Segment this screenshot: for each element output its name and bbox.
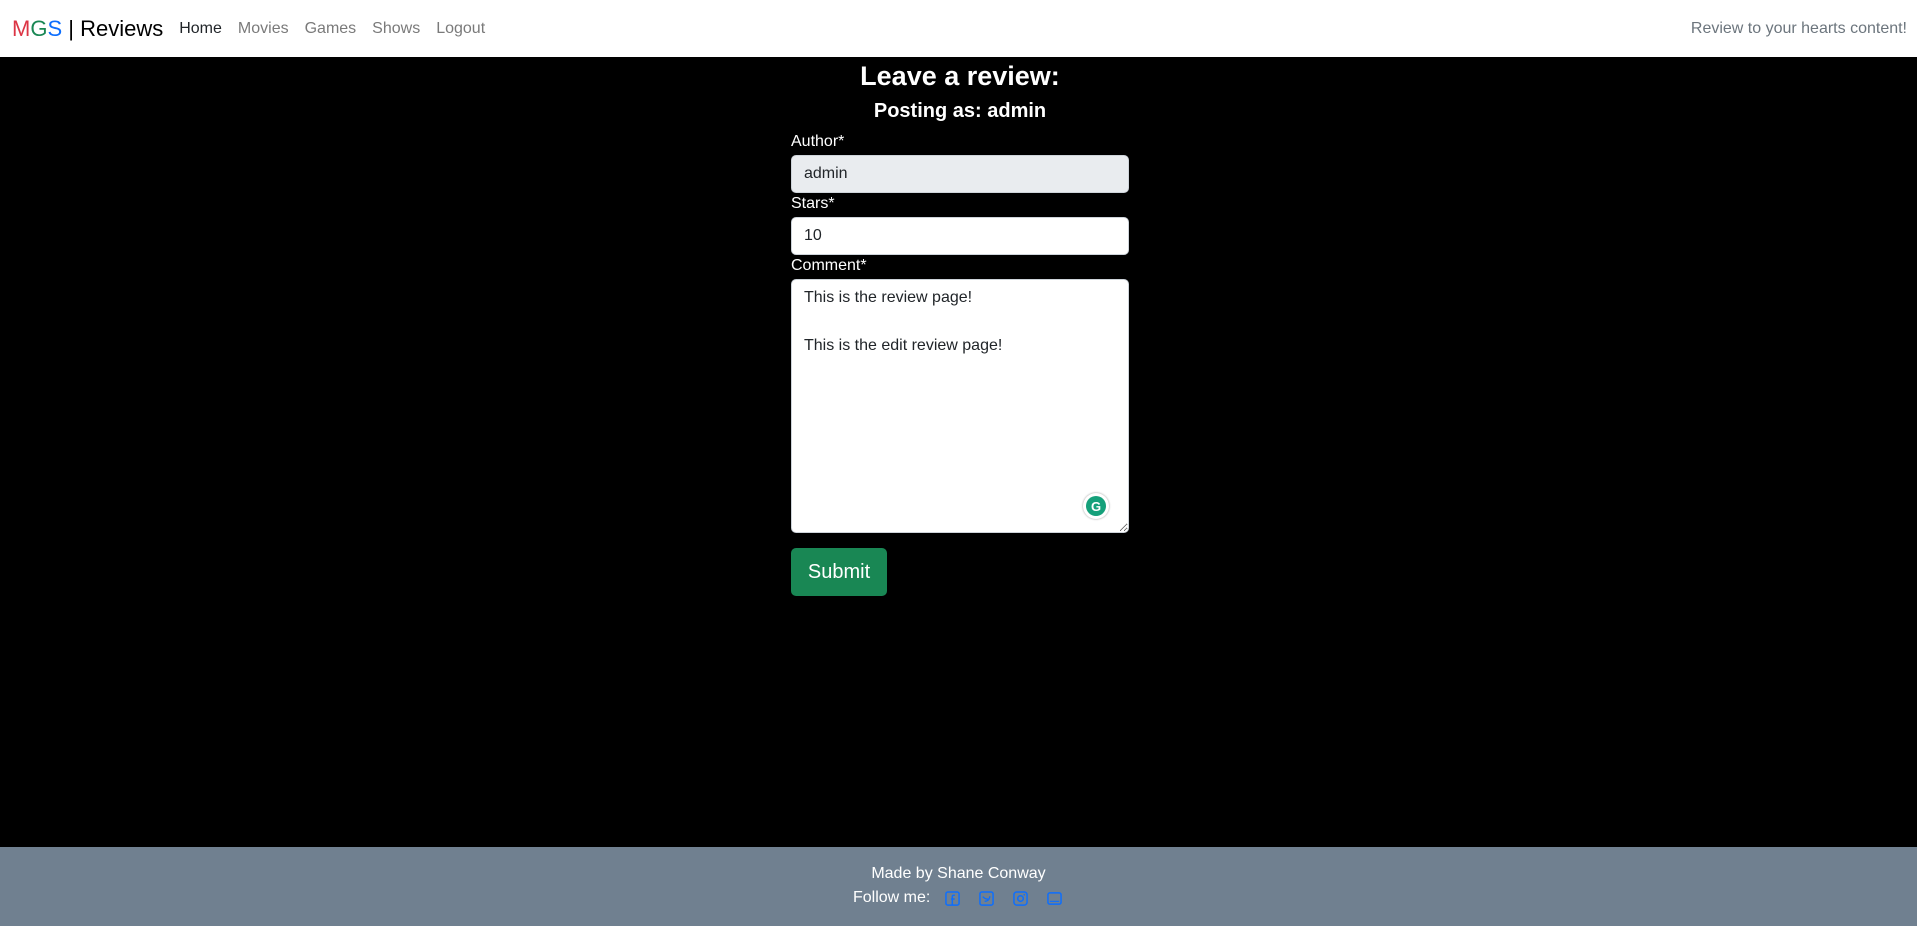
nav-link-games[interactable]: Games <box>305 20 357 38</box>
brand-letter-s: S <box>47 15 63 41</box>
top-navbar: MGS | Reviews Home Movies Games Shows Lo… <box>0 0 1917 57</box>
main-content: Leave a review: Posting as: admin Author… <box>0 57 1917 847</box>
footer-follow-row: Follow me: <box>853 889 1080 907</box>
facebook-icon[interactable] <box>944 890 960 906</box>
stars-label: Stars* <box>791 195 835 212</box>
brand-logo[interactable]: MGS | Reviews <box>12 16 163 42</box>
footer: Made by Shane Conway Follow me: <box>0 847 1917 926</box>
follow-label: Follow me: <box>853 889 931 906</box>
brand-text: | Reviews <box>62 15 164 41</box>
stars-input[interactable] <box>791 217 1129 255</box>
submit-button[interactable]: Submit <box>791 548 887 596</box>
posting-as-subtitle: Posting as: admin <box>873 100 1047 122</box>
author-input[interactable] <box>791 155 1129 193</box>
brand-letter-m: M <box>12 15 31 41</box>
navbar-tagline: Review to your hearts content! <box>1690 19 1907 37</box>
instagram-icon[interactable] <box>1012 890 1028 906</box>
comment-label: Comment* <box>791 257 867 274</box>
page-title: Leave a review: <box>860 61 1060 91</box>
youtube-icon[interactable] <box>1046 890 1062 906</box>
footer-credit: Made by Shane Conway <box>871 865 1046 882</box>
brand-letter-g: G <box>30 15 48 41</box>
grammarly-icon[interactable]: G <box>1083 493 1109 519</box>
nav-links: Home Movies Games Shows Logout <box>179 20 501 38</box>
nav-link-home[interactable]: Home <box>179 20 222 38</box>
author-label: Author* <box>791 133 845 150</box>
nav-link-movies[interactable]: Movies <box>238 20 289 38</box>
nav-link-shows[interactable]: Shows <box>372 20 420 38</box>
comment-textarea[interactable]: This is the review page! This is the edi… <box>791 279 1129 533</box>
nav-link-logout[interactable]: Logout <box>436 20 485 38</box>
twitter-icon[interactable] <box>978 890 994 906</box>
